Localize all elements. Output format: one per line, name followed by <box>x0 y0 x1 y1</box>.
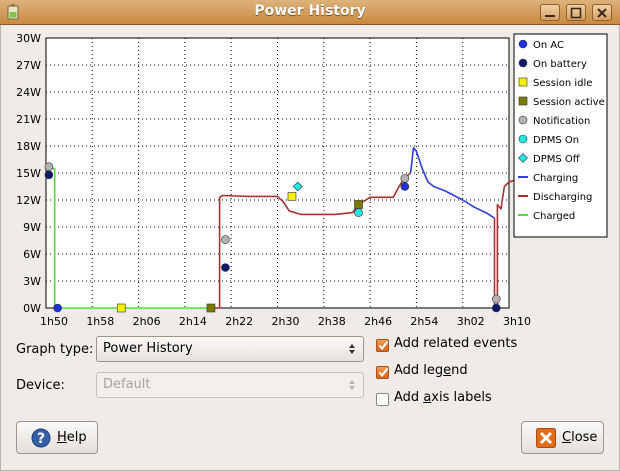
device-label: Device: <box>16 378 65 393</box>
legend-label: Session active <box>533 97 605 108</box>
legend-label: Session idle <box>533 78 592 89</box>
event-marker-session-active <box>354 200 363 209</box>
x-tick-label: 2h22 <box>225 315 253 328</box>
y-tick-label: 21W <box>16 113 41 126</box>
event-marker-on-battery <box>491 303 501 313</box>
y-tick-label: 12W <box>16 194 41 207</box>
add-events-checkbox[interactable] <box>376 339 389 352</box>
event-marker-session-idle <box>287 192 297 201</box>
maximize-button[interactable] <box>566 4 586 21</box>
add-legend-checkbox[interactable] <box>376 366 389 379</box>
checkmark-icon <box>378 340 389 351</box>
help-icon: ? <box>31 428 51 448</box>
legend-label: On AC <box>533 40 564 51</box>
close-x-icon <box>536 428 556 448</box>
x-tick-label: 2h30 <box>272 315 300 328</box>
close-button[interactable]: Close <box>521 421 604 454</box>
close-label: Close <box>562 430 598 445</box>
y-tick-label: 6W <box>23 248 41 261</box>
legend-swatch-notification <box>518 115 528 125</box>
graph-type-select[interactable]: Power History <box>96 336 364 362</box>
event-marker-dpms-on <box>354 208 363 217</box>
event-marker-on-ac <box>53 303 62 313</box>
event-marker-on-battery <box>221 263 230 272</box>
event-marker-notification <box>221 235 230 244</box>
event-marker-notification <box>491 294 501 304</box>
event-marker-session-active <box>206 303 216 313</box>
help-label: Help <box>57 430 87 445</box>
x-axis-ticks: 1h50 1h58 2h06 2h14 2h22 2h30 2h38 2h46 2h54 3h02… <box>40 315 531 328</box>
legend-label: DPMS On <box>533 135 579 146</box>
x-tick-label: 2h38 <box>318 315 346 328</box>
y-tick-label: 30W <box>16 32 41 45</box>
maximize-icon <box>570 7 582 19</box>
help-button[interactable]: ? Help <box>16 421 98 454</box>
title-bar: Power History <box>0 0 620 25</box>
y-tick-label: 9W <box>23 221 41 234</box>
x-tick-label: 2h06 <box>133 315 161 328</box>
x-tick-label: 2h54 <box>410 315 438 328</box>
legend-swatch-dpms-on <box>518 134 528 144</box>
power-history-chart: 30W 27W 24W 21W 18W 15W 12W 9W 6W 3W 0W 1h50 1h58 2h… <box>16 32 608 328</box>
legend-label: DPMS Off <box>533 154 581 165</box>
x-tick-label: 2h14 <box>179 315 207 328</box>
legend-swatch-on-battery <box>518 58 528 68</box>
legend-label: Discharging <box>533 192 592 203</box>
event-marker-on-ac <box>400 182 410 191</box>
legend-swatch-session-idle <box>518 77 528 87</box>
svg-text:?: ? <box>37 431 45 447</box>
legend-label: Notification <box>533 116 590 127</box>
window-title: Power History <box>254 3 366 19</box>
legend-label: On battery <box>533 59 587 70</box>
graph-type-value: Power History <box>103 341 193 356</box>
y-axis-ticks: 30W 27W 24W 21W 18W 15W 12W 9W 6W 3W 0W <box>16 32 41 315</box>
device-select[interactable]: Default <box>96 372 364 398</box>
y-tick-label: 24W <box>16 86 41 99</box>
legend-label: Charged <box>533 211 575 222</box>
x-tick-label: 3h10 <box>503 315 531 328</box>
add-axis-labels-checkbox[interactable] <box>376 393 389 406</box>
checkmark-icon <box>378 367 389 378</box>
minimize-icon <box>545 15 555 17</box>
y-tick-label: 27W <box>16 59 41 72</box>
y-tick-label: 3W <box>23 275 41 288</box>
minimize-button[interactable] <box>540 4 560 21</box>
updown-arrow-icon <box>349 380 355 390</box>
legend-swatch-session-active <box>518 96 528 106</box>
y-tick-label: 15W <box>16 167 41 180</box>
legend-swatch-on-ac <box>518 39 528 49</box>
y-tick-label: 18W <box>16 140 41 153</box>
add-legend-label[interactable]: Add legend <box>394 363 468 378</box>
legend-label: Charging <box>533 173 578 184</box>
x-tick-label: 2h46 <box>364 315 392 328</box>
y-tick-label: 0W <box>23 302 41 315</box>
event-marker-notification <box>400 174 410 183</box>
x-tick-label: 3h02 <box>457 315 485 328</box>
x-tick-label: 1h58 <box>86 315 114 328</box>
close-window-button[interactable] <box>592 4 612 21</box>
add-events-label[interactable]: Add related events <box>394 336 517 351</box>
event-marker-on-battery <box>44 170 54 180</box>
device-value: Default <box>103 377 151 392</box>
event-marker-notification <box>44 162 54 171</box>
x-tick-label: 1h50 <box>40 315 68 328</box>
updown-arrow-icon <box>349 344 355 354</box>
graph-type-label: Graph type: <box>16 342 94 357</box>
close-icon <box>597 8 607 18</box>
add-axis-labels-label[interactable]: Add axis labels <box>394 390 492 405</box>
event-marker-session-idle <box>116 303 126 313</box>
